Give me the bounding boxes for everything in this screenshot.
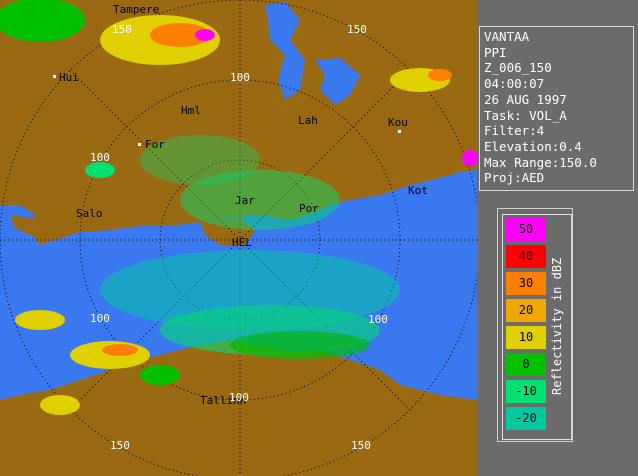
range-label-100: 100 (368, 313, 388, 326)
legend-swatch: -20 (506, 407, 546, 430)
city-dot-for (138, 143, 141, 146)
legend-title: Reflectivity in dBZ (550, 257, 564, 395)
lake-north (265, 2, 305, 100)
filter-label: Filter:4 (484, 123, 545, 139)
scan-id: Z_006_150 (484, 60, 552, 76)
legend-swatch: 50 (506, 218, 546, 241)
city-dot-kou (398, 130, 401, 133)
range-label-150: 150 (112, 23, 132, 36)
max-range-label: Max Range:150.0 (484, 154, 597, 170)
scan-date: 26 AUG 1997 (484, 91, 567, 107)
legend-swatch: 0 (506, 353, 546, 376)
city-label-por: Por (299, 202, 319, 215)
radar-map[interactable]: Tampere Hui Hml Lah Kou For Jar Por Kot … (0, 0, 477, 476)
elevation-label: Elevation:0.4 (484, 138, 582, 154)
city-label-kou: Kou (388, 116, 408, 129)
reflectivity-legend: 50 40 30 20 10 0 -10 -20 Reflectivity in… (502, 214, 572, 440)
city-label-hui: Hui (59, 71, 79, 84)
legend-swatch: 40 (506, 245, 546, 268)
projection-label: Proj:AED (484, 170, 545, 186)
city-label-tampere: Tampere (113, 3, 160, 16)
city-label-salo: Salo (76, 207, 103, 220)
city-label-hml: Hml (181, 104, 201, 117)
station-name: VANTAA (484, 29, 530, 44)
city-label-jar: Jar (235, 194, 255, 207)
range-label-100: 100 (230, 71, 250, 84)
legend-swatch: 30 (506, 272, 546, 295)
range-label-150: 150 (110, 439, 130, 452)
city-label-kot: Kot (408, 184, 428, 197)
range-label-100: 100 (229, 391, 249, 404)
scan-info-panel: VANTAA PPI Z_006_150 04:00:07 26 AUG 199… (479, 26, 634, 191)
scan-time: 04:00:07 (484, 76, 545, 92)
range-label-150: 150 (347, 23, 367, 36)
range-label-100: 100 (90, 151, 110, 164)
city-label-hel: HEL (232, 236, 252, 249)
city-label-for: For (145, 138, 165, 151)
product-type: PPI (484, 44, 507, 60)
city-label-lah: Lah (298, 114, 318, 127)
range-label-150: 150 (351, 439, 371, 452)
legend-swatch: -10 (506, 380, 546, 403)
range-label-100: 100 (90, 312, 110, 325)
city-dot-hui (53, 75, 56, 78)
lake-northeast (315, 58, 360, 105)
legend-swatch: 20 (506, 299, 546, 322)
task-label: Task: VOL_A (484, 107, 567, 123)
legend-swatch: 10 (506, 326, 546, 349)
